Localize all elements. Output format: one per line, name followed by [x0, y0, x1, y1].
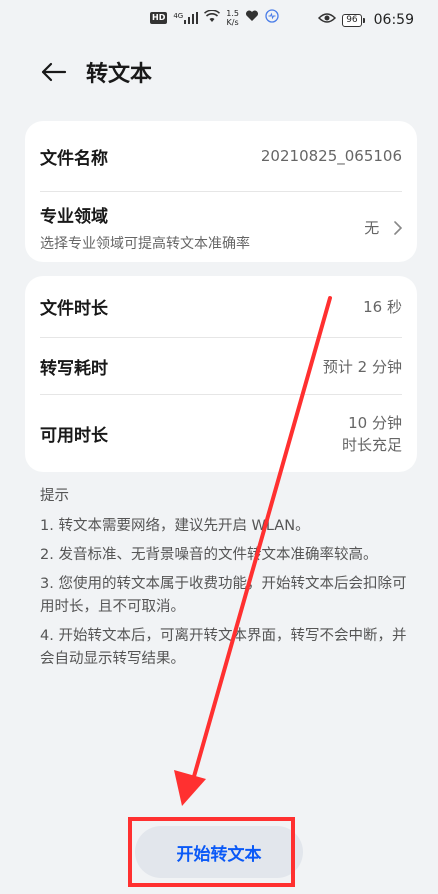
signal-label: 4G [173, 12, 184, 20]
tip-item: 3. 您使用的转文本属于收费功能，开始转文本后会扣除可用时长，且不可取消。 [40, 576, 407, 615]
speed-value: 1.5 [226, 9, 239, 18]
domain-text-group: 专业领域 选择专业领域可提高转文本准确率 [40, 202, 250, 253]
page-title: 转文本 [86, 62, 153, 87]
file-name-label: 文件名称 [40, 148, 108, 169]
network-speed: 1.5 K/s [226, 9, 239, 27]
annotation-highlight-box [128, 817, 295, 887]
heart-icon [245, 10, 259, 26]
hd-badge: HD [150, 12, 168, 24]
domain-sublabel: 选择专业领域可提高转文本准确率 [40, 235, 250, 252]
file-duration-row: 文件时长 16 秒 [40, 276, 402, 338]
status-left-group: HD 4G 1.5 K/s [150, 8, 279, 27]
file-duration-value: 16 秒 [363, 298, 402, 316]
speed-unit: K/s [226, 18, 239, 27]
available-value: 10 分钟 [348, 413, 402, 432]
app-header: 转文本 [0, 48, 438, 96]
domain-row[interactable]: 专业领域 选择专业领域可提高转文本准确率 无 [40, 192, 402, 262]
wifi-icon [204, 8, 221, 27]
domain-value: 无 [364, 218, 380, 237]
back-button[interactable] [30, 48, 78, 96]
status-right-group: 96 06:59 [318, 12, 414, 28]
file-name-row: 文件名称 20210825_065106 [40, 121, 402, 192]
available-status: 时长充足 [341, 435, 402, 454]
tip-item: 4. 开始转文本后，可离开转文本界面，转写不会中断，并会自动显示转写结果。 [40, 628, 407, 667]
domain-value-group: 无 [364, 217, 402, 238]
tip-item: 1. 转文本需要网络，建议先开启 WLAN。 [40, 518, 310, 534]
duration-card: 文件时长 16 秒 转写耗时 预计 2 分钟 可用时长 10 分钟 时长充足 [25, 276, 417, 472]
back-arrow-icon [41, 62, 67, 82]
eye-icon [318, 12, 337, 28]
tips-section: 提示 1. 转文本需要网络，建议先开启 WLAN。 2. 发音标准、无背景噪音的… [40, 485, 408, 677]
file-info-card: 文件名称 20210825_065106 专业领域 选择专业领域可提高转文本准确… [25, 121, 417, 262]
tip-item: 2. 发音标准、无背景噪音的文件转文本准确率较高。 [40, 547, 378, 563]
domain-label: 专业领域 [40, 206, 108, 227]
signal-icon: 4G [173, 12, 199, 24]
tips-title: 提示 [40, 488, 69, 504]
available-duration-row: 可用时长 10 分钟 时长充足 [40, 395, 402, 472]
transcribe-time-label: 转写耗时 [40, 358, 108, 379]
chevron-right-icon [394, 221, 402, 235]
status-bar: HD 4G 1.5 K/s 96 06:59 [0, 0, 438, 40]
available-label: 可用时长 [40, 426, 108, 446]
health-icon [265, 9, 279, 27]
transcribe-time-value: 预计 2 分钟 [322, 357, 402, 376]
available-value-group: 10 分钟 时长充足 [342, 412, 402, 456]
file-duration-label: 文件时长 [40, 299, 108, 319]
clock: 06:59 [373, 12, 414, 28]
file-name-value: 20210825_065106 [260, 147, 402, 165]
battery-icon: 96 [342, 13, 366, 27]
transcribe-time-row: 转写耗时 预计 2 分钟 [40, 338, 402, 395]
